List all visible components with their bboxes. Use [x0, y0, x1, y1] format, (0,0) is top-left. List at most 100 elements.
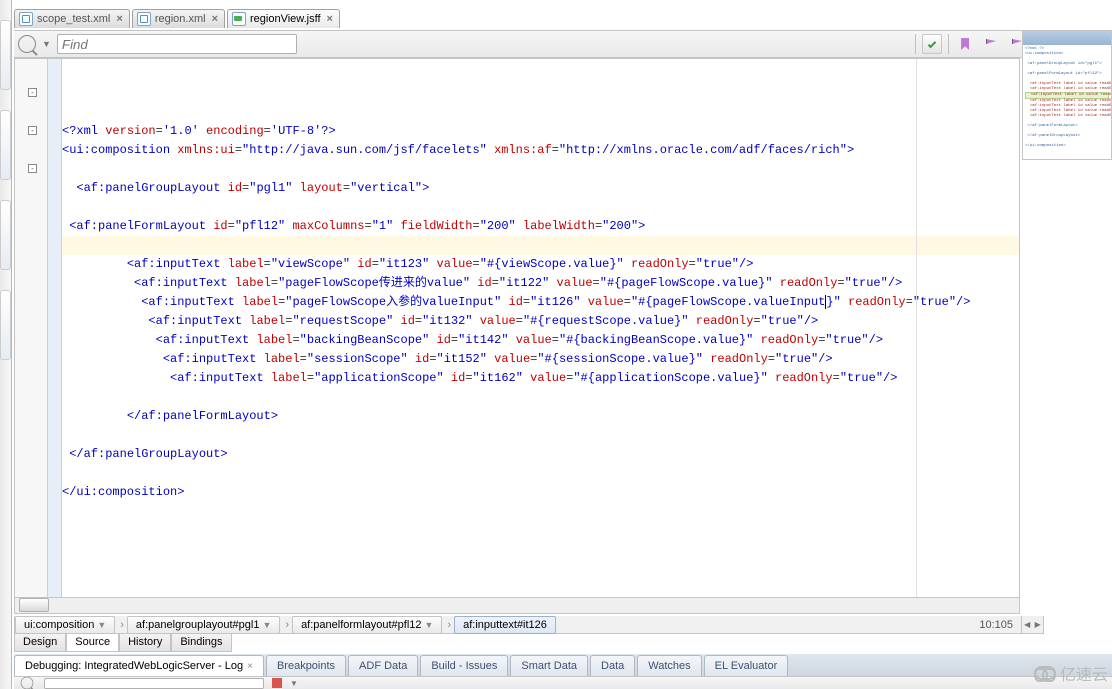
log-find-input[interactable] — [44, 678, 264, 689]
view-tab[interactable]: History — [119, 634, 171, 652]
breadcrumb-separator: › — [117, 619, 127, 631]
side-panel-item[interactable] — [0, 20, 11, 90]
fold-toggle[interactable]: - — [28, 88, 37, 97]
debug-tab-label: Build - Issues — [431, 660, 497, 672]
debug-tab-label: Debugging: IntegratedWebLogicServer - Lo… — [25, 660, 243, 672]
chevron-down-icon[interactable]: ▼ — [97, 620, 106, 630]
close-icon[interactable]: × — [325, 13, 335, 25]
close-icon[interactable]: × — [210, 13, 220, 25]
scroll-right-icon[interactable]: ▶ — [1035, 620, 1041, 629]
code-line[interactable] — [62, 160, 1019, 179]
actions-dropdown[interactable]: ▼ — [290, 679, 298, 688]
flag-next-icon — [1012, 39, 1022, 49]
code-line[interactable]: <af:inputText label="applicationScope" i… — [62, 369, 1019, 388]
code-line[interactable] — [62, 388, 1019, 407]
side-panel-item[interactable] — [0, 110, 11, 180]
watermark-text: 亿速云 — [1060, 661, 1108, 685]
search-icon[interactable] — [18, 35, 36, 53]
code-line[interactable]: <?xml version='1.0' encoding='UTF-8'?> — [62, 122, 1019, 141]
breadcrumb-item[interactable]: ui:composition▼ — [15, 616, 115, 634]
code-area[interactable]: <?xml version='1.0' encoding='UTF-8'?><u… — [62, 59, 1019, 613]
breadcrumb-item[interactable]: af:inputtext#it126 — [454, 616, 556, 634]
debug-panel-tab[interactable]: ADF Data — [348, 655, 418, 676]
find-input[interactable] — [57, 34, 297, 54]
code-line[interactable]: <ui:composition xmlns:ui="http://java.su… — [62, 141, 1019, 160]
debug-panel-tab[interactable]: EL Evaluator — [704, 655, 789, 676]
collapsed-side-panel[interactable] — [0, 0, 12, 689]
code-overview[interactable]: <?xml ?> <ui:composition> <af:panelGroup… — [1022, 30, 1112, 160]
code-line[interactable]: </af:panelFormLayout> — [62, 407, 1019, 426]
breadcrumb-scroll: ◀ ▶ — [1022, 616, 1044, 634]
breadcrumb-label: af:inputtext#it126 — [463, 619, 547, 631]
code-line[interactable]: <af:inputText label="viewScope" id="it12… — [62, 255, 1019, 274]
breadcrumb-item[interactable]: af:panelformlayout#pfl12 ▼ — [292, 616, 442, 634]
breadcrumb-item[interactable]: af:panelgrouplayout#pgl1▼ — [127, 616, 280, 634]
structure-breadcrumb: ui:composition▼›af:panelgrouplayout#pgl1… — [14, 616, 1022, 634]
debug-tab-label: Watches — [648, 660, 690, 672]
close-icon[interactable]: × — [247, 661, 253, 672]
validate-button[interactable] — [922, 34, 942, 54]
toolbar-separator — [915, 34, 916, 54]
debug-panel-tab[interactable]: Build - Issues — [420, 655, 508, 676]
xml-file-icon — [137, 12, 151, 26]
chevron-down-icon[interactable]: ▼ — [425, 620, 434, 630]
search-icon[interactable] — [21, 677, 34, 689]
code-line[interactable]: <af:inputText label="sessionScope" id="i… — [62, 350, 1019, 369]
code-line[interactable] — [62, 464, 1019, 483]
debug-panel-tab[interactable]: Debugging: IntegratedWebLogicServer - Lo… — [14, 655, 264, 676]
file-tab[interactable]: region.xml × — [132, 9, 225, 28]
stop-icon[interactable] — [272, 678, 282, 688]
code-line[interactable]: </af:panelGroupLayout> — [62, 445, 1019, 464]
debug-panel-tabs: Debugging: IntegratedWebLogicServer - Lo… — [14, 654, 1112, 676]
code-line[interactable]: <af:panelGroupLayout id="pgl1" layout="v… — [62, 179, 1019, 198]
code-line[interactable]: <af:inputText label="pageFlowScope入参的val… — [62, 293, 1019, 312]
editor-view-tabs: DesignSourceHistoryBindings — [14, 634, 232, 652]
file-tab-label: region.xml — [155, 13, 206, 25]
file-tab-label: regionView.jsff — [250, 13, 321, 25]
bookmark-button[interactable] — [955, 34, 975, 54]
prev-bookmark-button[interactable] — [981, 34, 1001, 54]
debug-panel-tab[interactable]: Smart Data — [510, 655, 588, 676]
view-tab[interactable]: Source — [66, 634, 119, 652]
fold-toggle[interactable]: - — [28, 164, 37, 173]
horizontal-scrollbar[interactable] — [15, 597, 1019, 613]
breakpoint-margin[interactable] — [48, 59, 62, 613]
side-panel-item[interactable] — [0, 200, 11, 270]
check-icon — [928, 40, 936, 48]
code-editor: - - - <?xml version='1.0' encoding='UTF-8'… — [14, 58, 1020, 614]
xml-file-icon — [19, 12, 33, 26]
debug-panel-tab[interactable]: Breakpoints — [266, 655, 346, 676]
code-line[interactable]: <af:inputText label="pageFlowScope传进来的va… — [62, 274, 1019, 293]
breadcrumb-separator: › — [282, 619, 292, 631]
view-tab[interactable]: Design — [14, 634, 66, 652]
side-panel-item[interactable] — [0, 290, 11, 360]
scroll-left-icon[interactable]: ◀ — [1024, 620, 1030, 629]
find-toolbar: ▼ ▼ — [14, 30, 1112, 58]
jsff-file-icon — [232, 12, 246, 26]
debug-tab-label: Smart Data — [521, 660, 577, 672]
breadcrumb-label: ui:composition — [24, 619, 94, 631]
code-line[interactable]: </ui:composition> — [62, 483, 1019, 502]
close-icon[interactable]: × — [114, 13, 124, 25]
code-gutter[interactable]: - - - — [15, 59, 48, 613]
code-line[interactable] — [62, 426, 1019, 445]
code-line[interactable]: <af:inputText label="backingBeanScope" i… — [62, 331, 1019, 350]
breadcrumb-label: af:panelformlayout#pfl12 — [301, 619, 421, 631]
file-tab[interactable]: scope_test.xml× — [14, 9, 130, 28]
watermark-icon — [1034, 666, 1056, 680]
debug-panel-tab[interactable]: Watches — [637, 655, 701, 676]
code-line[interactable]: <af:inputText label="requestScope" id="i… — [62, 312, 1019, 331]
view-tab[interactable]: Bindings — [171, 634, 231, 652]
file-tab-bar: scope_test.xml×region.xml×regionView.jsf… — [14, 8, 1112, 28]
scrollbar-thumb[interactable] — [19, 598, 49, 612]
toolbar-separator — [948, 34, 949, 54]
file-tab[interactable]: regionView.jsff × — [227, 9, 340, 28]
fold-toggle[interactable]: - — [28, 126, 37, 135]
chevron-down-icon[interactable]: ▼ — [262, 620, 271, 630]
code-line[interactable] — [62, 198, 1019, 217]
overview-header[interactable] — [1023, 31, 1111, 45]
debug-panel-tab[interactable]: Data — [590, 655, 635, 676]
code-line[interactable]: <af:panelFormLayout id="pfl12" maxColumn… — [62, 217, 1019, 236]
code-line[interactable] — [62, 236, 1019, 255]
search-options-dropdown[interactable]: ▼ — [42, 39, 51, 49]
